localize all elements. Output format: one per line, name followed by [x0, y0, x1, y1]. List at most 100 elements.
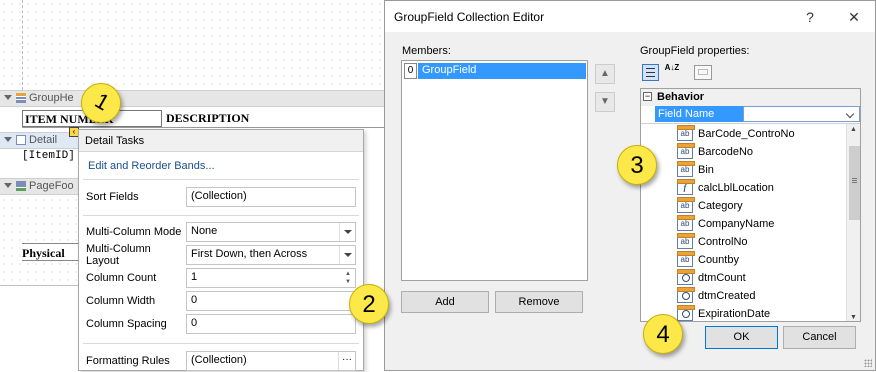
- callout-3: 3: [617, 145, 657, 185]
- string-field-icon: ab: [677, 215, 695, 231]
- scroll-up-icon[interactable]: ▲: [850, 126, 857, 133]
- column-count-value: 1: [191, 270, 198, 283]
- multi-column-layout-value: First Down, then Across: [191, 247, 308, 260]
- item-id-field[interactable]: [ItemID]: [22, 150, 78, 168]
- group-header-band[interactable]: GroupHe: [0, 90, 392, 107]
- field-option-label: BarCode_ControNo: [698, 128, 795, 140]
- formatting-rules-field[interactable]: (Collection) ···: [186, 350, 356, 371]
- detail-band[interactable]: Detail: [0, 132, 78, 149]
- ellipsis-button[interactable]: ···: [338, 351, 355, 370]
- callout-2: 2: [349, 284, 389, 324]
- cancel-button[interactable]: Cancel: [783, 326, 856, 349]
- column-width-field[interactable]: 0: [186, 290, 356, 311]
- multi-column-layout-select[interactable]: First Down, then Across: [186, 244, 356, 265]
- scroll-thumb[interactable]: [849, 146, 860, 220]
- multi-column-mode-select[interactable]: None: [186, 221, 356, 242]
- property-pages-icon[interactable]: [694, 65, 712, 80]
- string-field-icon: ab: [677, 143, 695, 159]
- field-option-label: Countby: [698, 254, 739, 266]
- field-name-label[interactable]: Field Name: [655, 106, 743, 122]
- field-option[interactable]: ab CompanyName: [641, 215, 855, 233]
- multi-column-layout-label: Multi-Column Layout: [86, 242, 151, 267]
- field-option[interactable]: f calcLblLocation: [641, 179, 855, 197]
- group-header-icon: [16, 93, 26, 104]
- group-header-label: GroupHe: [29, 92, 74, 104]
- chevron-down-icon[interactable]: [339, 222, 355, 241]
- field-option[interactable]: dtmCount: [641, 269, 855, 287]
- list-item[interactable]: 0 GroupField: [404, 63, 586, 79]
- datetime-field-icon: [677, 269, 695, 285]
- physical-label[interactable]: Physical: [22, 243, 78, 261]
- scroll-down-icon[interactable]: ▼: [850, 314, 857, 321]
- string-field-icon: ab: [677, 197, 695, 213]
- edit-reorder-bands-link[interactable]: Edit and Reorder Bands...: [79, 152, 363, 179]
- string-field-icon: ab: [677, 233, 695, 249]
- close-button[interactable]: ✕: [839, 6, 869, 28]
- alphabetical-icon[interactable]: A↓Z: [662, 64, 682, 81]
- chevron-down-icon[interactable]: [844, 107, 859, 121]
- page-footer-icon: [16, 181, 26, 192]
- field-dropdown-list[interactable]: ab BarCode_ControNo ab BarcodeNo ab Bin f calcL…: [641, 123, 860, 321]
- category-label: Behavior: [657, 91, 705, 103]
- callout-4: 4: [643, 314, 683, 354]
- field-option-label: Category: [698, 200, 743, 212]
- column-count-label: Column Count: [86, 271, 157, 284]
- dialog-titlebar[interactable]: GroupField Collection Editor ? ✕: [385, 1, 875, 32]
- collapse-icon[interactable]: −: [643, 92, 652, 101]
- page-footer-band[interactable]: PageFoo: [0, 178, 78, 195]
- members-list[interactable]: 0 GroupField: [401, 60, 588, 281]
- ok-button[interactable]: OK: [705, 326, 778, 349]
- column-spacing-field[interactable]: 0: [186, 313, 356, 334]
- function-field-icon: f: [677, 179, 695, 195]
- category-behavior[interactable]: − Behavior: [641, 89, 860, 106]
- add-button[interactable]: Add: [401, 291, 489, 313]
- callout-1: 1: [81, 83, 121, 123]
- page-edge: [0, 285, 78, 286]
- field-option[interactable]: ab ControlNo: [641, 233, 855, 251]
- spinner-arrows-icon[interactable]: ▲ ▼: [342, 270, 354, 286]
- page-footer-area: [0, 196, 78, 286]
- field-option-label: calcLblLocation: [698, 182, 774, 194]
- string-field-icon: ab: [677, 251, 695, 267]
- multi-column-mode-value: None: [191, 224, 218, 237]
- field-name-value[interactable]: [743, 106, 860, 122]
- field-option[interactable]: ab BarcodeNo: [641, 143, 855, 161]
- field-option-label: ControlNo: [698, 236, 748, 248]
- field-option-label: BarcodeNo: [698, 146, 754, 158]
- field-option[interactable]: ab Bin: [641, 161, 855, 179]
- report-header-area: [0, 0, 392, 90]
- field-option[interactable]: dtmCreated: [641, 287, 855, 305]
- groupfield-collection-editor: GroupField Collection Editor ? ✕ Members…: [384, 0, 876, 371]
- help-button[interactable]: ?: [795, 6, 825, 28]
- string-field-icon: ab: [677, 125, 695, 141]
- remove-button[interactable]: Remove: [495, 291, 583, 313]
- description-header[interactable]: DESCRIPTION: [166, 110, 366, 127]
- field-option[interactable]: ab BarCode_ControNo: [641, 125, 855, 143]
- member-name: GroupField: [418, 63, 586, 79]
- detail-tasks-title: Detail Tasks: [79, 130, 363, 152]
- column-spacing-label: Column Spacing: [86, 317, 167, 330]
- property-grid[interactable]: − Behavior Field Name ab BarCode_ControNo…: [640, 88, 861, 322]
- sort-fields-label: Sort Fields: [86, 190, 139, 203]
- move-up-icon[interactable]: ▲: [595, 64, 615, 84]
- field-option[interactable]: ab Category: [641, 197, 855, 215]
- members-label: Members:: [402, 45, 451, 57]
- resize-grip-icon[interactable]: [864, 359, 872, 367]
- multi-column-mode-label: Multi-Column Mode: [86, 225, 182, 238]
- datetime-field-icon: [677, 305, 695, 321]
- categorized-icon[interactable]: [642, 64, 659, 81]
- field-option[interactable]: ab Countby: [641, 251, 855, 269]
- group-header-content: ITEM NUMBER DESCRIPTION: [22, 108, 392, 128]
- scrollbar[interactable]: ▲ ▼: [846, 124, 860, 321]
- column-count-spinner[interactable]: 1 ▲ ▼: [186, 267, 356, 288]
- column-width-label: Column Width: [86, 294, 156, 307]
- datetime-field-icon: [677, 287, 695, 303]
- detail-band-label: Detail: [29, 134, 58, 146]
- field-option-label: dtmCreated: [698, 290, 756, 302]
- string-field-icon: ab: [677, 161, 695, 177]
- dialog-title: GroupField Collection Editor: [394, 10, 545, 24]
- move-down-icon[interactable]: ▼: [595, 92, 615, 112]
- callout-1-label: 1: [90, 87, 114, 116]
- sort-fields-field[interactable]: (Collection): [186, 186, 356, 207]
- chevron-down-icon[interactable]: [339, 245, 355, 264]
